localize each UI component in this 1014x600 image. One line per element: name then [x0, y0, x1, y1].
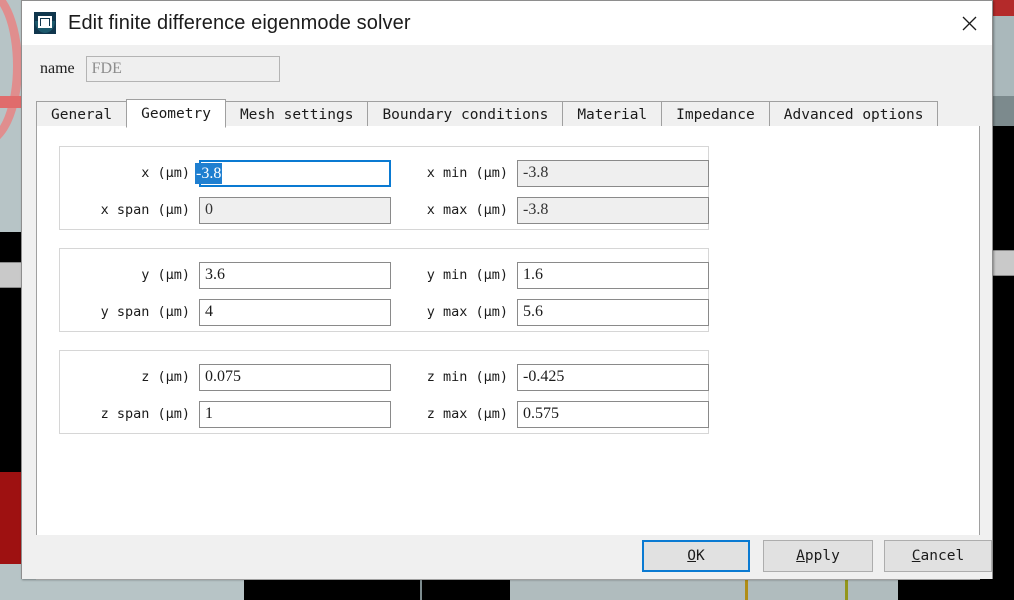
input-y-min-m[interactable] — [517, 261, 709, 289]
tab-general[interactable]: General — [36, 101, 128, 127]
input-z-m[interactable] — [199, 363, 391, 391]
cancel-button[interactable]: Cancel — [884, 540, 992, 572]
tab-material[interactable]: Material — [562, 101, 663, 127]
input-y-max-m[interactable] — [517, 298, 709, 326]
backdrop-left-red-block — [0, 472, 22, 564]
input-y-span-m[interactable] — [199, 298, 391, 326]
field-row: y (μm) — [60, 261, 391, 289]
backdrop-circle-graphic — [0, 0, 22, 146]
field-label-x-span-m: x span (μm) — [100, 202, 190, 218]
input-x-span-m[interactable] — [199, 196, 391, 224]
apply-button-label: pply — [804, 548, 840, 564]
ok-button[interactable]: OK — [642, 540, 750, 572]
apply-button[interactable]: Apply — [763, 540, 873, 572]
input-x-min-m[interactable] — [517, 159, 709, 187]
field-row: y min (μm) — [398, 261, 709, 289]
tab-strip: General Geometry Mesh settings Boundary con… — [36, 99, 980, 128]
field-row: z max (μm) — [398, 400, 709, 428]
group-y-coordinates: y (μm) y min (μm) y span (μm) y max (μm) — [59, 248, 709, 332]
backdrop-strip-seg — [898, 579, 1014, 600]
tab-geometry[interactable]: Geometry — [126, 99, 226, 128]
backdrop-strip-seg — [748, 579, 845, 600]
field-row: x min (μm) — [398, 159, 709, 187]
field-label-z-m: z (μm) — [141, 369, 190, 385]
backdrop-strip-seg — [22, 579, 44, 600]
close-icon[interactable] — [946, 1, 992, 45]
backdrop-left-panel — [0, 0, 22, 232]
field-label-z-min-m: z min (μm) — [426, 369, 508, 385]
backdrop-strip-seg — [44, 579, 244, 600]
ok-button-label: K — [696, 548, 705, 564]
field-label-y-span-m: y span (μm) — [100, 304, 190, 320]
backdrop-right-shade — [990, 96, 1014, 126]
field-row: z span (μm) — [60, 400, 391, 428]
field-label-x-min-m: x min (μm) — [426, 165, 508, 181]
field-row: z (μm) — [60, 363, 391, 391]
tab-advanced-options[interactable]: Advanced options — [768, 101, 939, 127]
field-label-y-min-m: y min (μm) — [426, 267, 508, 283]
cancel-button-mnemonic: C — [911, 548, 921, 564]
tab-boundary-conditions[interactable]: Boundary conditions — [367, 101, 564, 127]
geometry-tab-panel: x (μm)-3.8 x min (μm) x span (μm) x max (μm… — [36, 126, 980, 580]
backdrop-red-bar — [0, 96, 22, 108]
tab-impedance[interactable]: Impedance — [661, 101, 770, 127]
field-row: x span (μm) — [60, 196, 391, 224]
backdrop-strip-seg — [422, 579, 510, 600]
field-row: x (μm) -3.8 — [60, 159, 391, 187]
field-label-z-span-m: z span (μm) — [100, 406, 190, 422]
dialog-titlebar: Edit finite difference eigenmode solver — [22, 1, 992, 45]
input-x-m[interactable] — [199, 159, 391, 187]
cancel-button-label: ancel — [920, 548, 965, 564]
backdrop-right-panel — [990, 0, 1014, 126]
name-input[interactable] — [85, 56, 280, 82]
name-label: name — [40, 60, 75, 77]
backdrop-right-toolbar-band — [990, 250, 1014, 276]
field-row: x max (μm) — [398, 196, 709, 224]
backdrop-strip-seg — [0, 579, 22, 600]
input-y-m[interactable] — [199, 261, 391, 289]
dialog-title: Edit finite difference eigenmode solver — [68, 11, 411, 34]
lumerical-fde-icon — [34, 12, 56, 34]
name-row: name — [22, 55, 280, 83]
field-row: y max (μm) — [398, 298, 709, 326]
input-x-max-m[interactable] — [517, 196, 709, 224]
group-z-coordinates: z (μm) z min (μm) z span (μm) z max (μm) — [59, 350, 709, 434]
field-row: y span (μm) — [60, 298, 391, 326]
group-x-coordinates: x (μm)-3.8 x min (μm) x span (μm) x max (μm… — [59, 146, 709, 230]
input-z-max-m[interactable] — [517, 400, 709, 428]
tab-mesh-settings[interactable]: Mesh settings — [224, 101, 369, 127]
apply-button-mnemonic: A — [796, 548, 805, 564]
dialog-footer: OK Apply Cancel — [22, 535, 992, 579]
dialog-body: name GeneralGeometryMesh settingsBoundar… — [22, 45, 992, 580]
field-label-x-max-m: x max (μm) — [426, 202, 508, 218]
field-label-y-m: y (μm) — [141, 267, 190, 283]
field-label-z-max-m: z max (μm) — [426, 406, 508, 422]
ok-button-mnemonic: O — [687, 548, 696, 564]
backdrop-strip-seg — [244, 579, 420, 600]
backdrop-right-red-block — [990, 0, 1014, 16]
field-label-x-m: x (μm) — [141, 165, 190, 181]
backdrop-left-toolbar-band — [0, 262, 22, 288]
input-z-min-m[interactable] — [517, 363, 709, 391]
input-z-span-m[interactable] — [199, 400, 391, 428]
field-row: z min (μm) — [398, 363, 709, 391]
field-label-y-max-m: y max (μm) — [426, 304, 508, 320]
backdrop-bottom-strip — [0, 579, 1014, 600]
edit-fde-solver-dialog: Edit finite difference eigenmode solver … — [21, 0, 993, 580]
backdrop-strip-seg — [510, 579, 745, 600]
backdrop-strip-seg — [848, 579, 898, 600]
